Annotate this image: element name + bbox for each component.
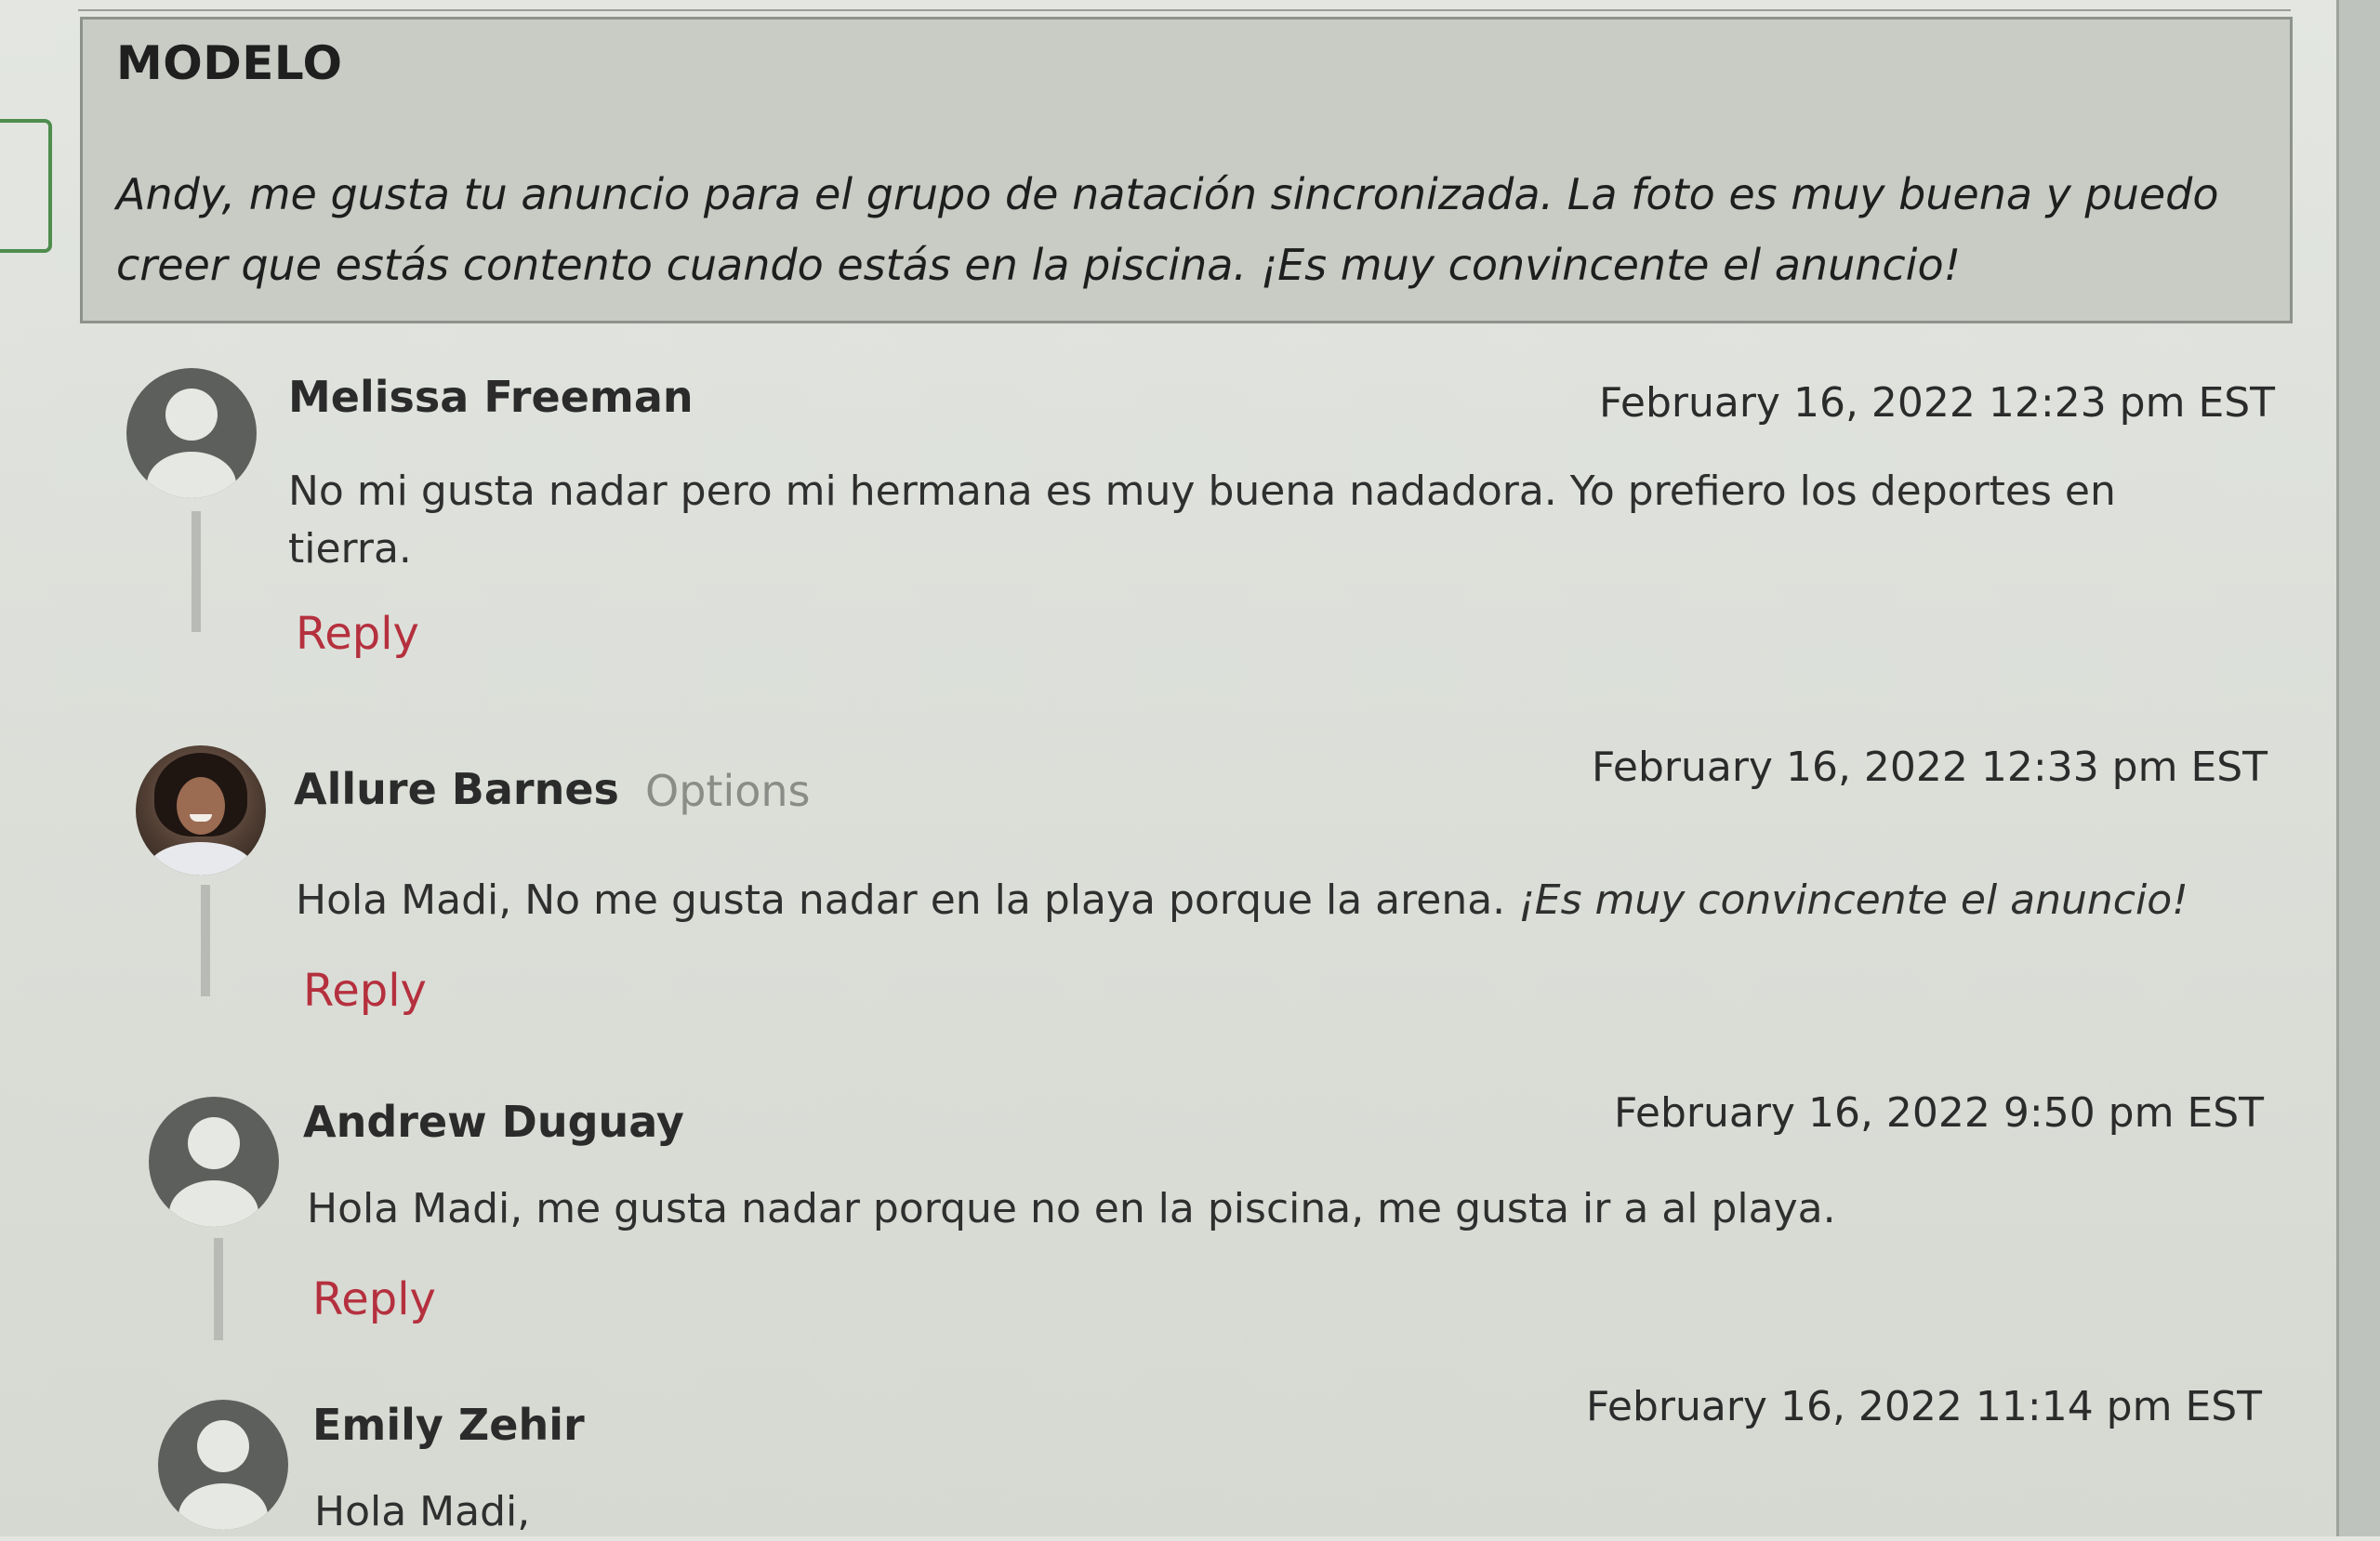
comment-timestamp: February 16, 2022 12:33 pm EST (1592, 744, 2268, 791)
thread-line (201, 885, 210, 996)
default-avatar-icon (158, 1400, 288, 1530)
reply-link[interactable]: Reply (303, 965, 427, 1017)
modelo-title: MODELO (116, 36, 343, 90)
reply-link[interactable]: Reply (296, 608, 419, 660)
avatar-head-shape (188, 1117, 240, 1169)
default-avatar-icon (126, 368, 257, 498)
avatar-body-shape (169, 1180, 258, 1227)
reply-link[interactable]: Reply (312, 1273, 436, 1325)
avatar-body-shape (147, 452, 236, 498)
comment-body: No mi gusta nadar pero mi hermana es muy… (288, 468, 2116, 573)
comment-timestamp: February 16, 2022 9:50 pm EST (1614, 1089, 2265, 1137)
comment-body-italic: ¡Es muy convincente el anuncio! (1518, 876, 2188, 924)
thread-line (192, 511, 201, 632)
comment-body-text: Hola Madi, No me gusta nadar en la playa… (296, 876, 1506, 924)
comment-timestamp: February 16, 2022 11:14 pm EST (1586, 1383, 2263, 1430)
avatar-photo-face (177, 777, 225, 835)
avatar-body-shape (178, 1483, 268, 1530)
avatar-head-shape (197, 1420, 249, 1472)
top-divider (78, 9, 2291, 11)
left-edge-button-fragment[interactable] (0, 119, 52, 253)
default-avatar-icon (149, 1097, 279, 1227)
comment-body: Hola Madi, (314, 1488, 531, 1535)
user-photo-avatar (136, 745, 266, 876)
comment-body: Hola Madi, me gusta nadar porque no en l… (307, 1185, 1836, 1232)
avatar-head-shape (165, 389, 218, 441)
comment-timestamp: February 16, 2022 12:23 pm EST (1599, 379, 2276, 427)
comment-author[interactable]: Andrew Duguay (303, 1097, 684, 1147)
modelo-box: MODELO Andy, me gusta tu anuncio para el… (80, 17, 2293, 323)
thread-line (214, 1238, 223, 1340)
comment-author[interactable]: Allure Barnes (294, 764, 619, 814)
modelo-text: Andy, me gusta tu anuncio para el grupo … (116, 169, 2219, 290)
options-link[interactable]: Options (645, 766, 811, 816)
window-right-edge (2336, 0, 2380, 1536)
comment-author[interactable]: Emily Zehir (312, 1400, 585, 1450)
comment-body: Hola Madi, No me gusta nadar en la playa… (296, 872, 2188, 929)
avatar-photo-shirt (147, 842, 255, 876)
comment-author[interactable]: Melissa Freeman (288, 372, 694, 422)
